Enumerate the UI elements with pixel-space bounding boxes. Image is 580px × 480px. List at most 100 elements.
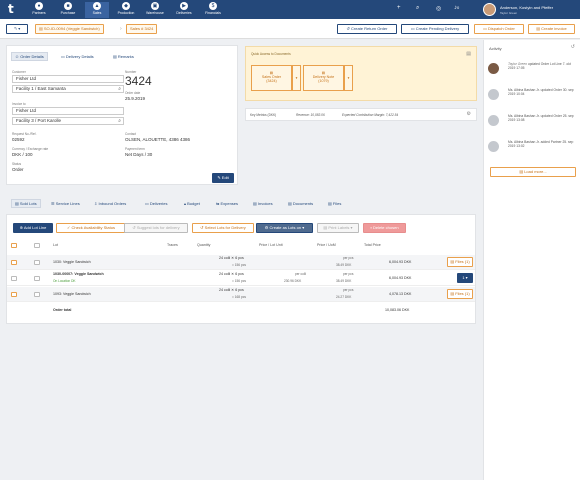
add-lot-line-button[interactable]: ⊕ Add Lot Line — [13, 223, 53, 233]
delivery-note-tile[interactable]: ▤ Delivery Note (1079) — [303, 65, 344, 91]
plus-icon[interactable]: + — [397, 5, 401, 11]
activity-sidebar: Activity ↺ Taylor Green updated Order Lo… — [483, 40, 580, 480]
location-link[interactable]: On Location DK — [53, 279, 76, 283]
search-icon[interactable]: ⌕ — [118, 86, 121, 92]
document-icon[interactable]: ▤ — [466, 51, 471, 57]
activity-item: Ms. Albina Bashan Jr. added Partner 25. … — [488, 140, 578, 162]
bell-icon[interactable]: ♪0 — [454, 5, 459, 11]
invoice-facility-field[interactable]: Facility 3 / Port Karolle ⌕ — [12, 117, 124, 125]
create-return-order-button[interactable]: ↺ Create Return Order — [337, 24, 397, 34]
print-labels-button[interactable]: ▤ Print Labels ▾ — [317, 223, 359, 233]
row-expand-checkbox[interactable] — [11, 292, 17, 297]
row-menu-button[interactable]: 1 ▾ — [457, 273, 473, 283]
payment-term-label: Payment term — [125, 147, 145, 151]
tab-documents[interactable]: ▤ Documents — [288, 201, 313, 206]
col-lot: Lot — [53, 243, 58, 247]
invoice-to-label: Invoice to — [12, 102, 26, 106]
tab-service-lines[interactable]: ☰ Service Lines — [51, 201, 80, 206]
table-row[interactable]: 1093: Veggie Sandwich 24 colli ✕ 6 pcs =… — [7, 287, 475, 302]
currency-label: Currency / Exchange rate — [12, 147, 49, 151]
sales-order-dropdown[interactable]: ▾ — [292, 65, 301, 91]
table-row[interactable]: 1030-00007: Veggie Sandwich On Location … — [7, 271, 475, 286]
tab-deliveries[interactable]: ▭ Deliveries — [145, 201, 167, 206]
nav-financials[interactable]: $ Financials — [201, 2, 225, 18]
suggest-lots-button[interactable]: ↺ Suggest lots for delivery — [124, 223, 188, 233]
row-checkbox[interactable] — [34, 260, 40, 265]
search-icon[interactable]: ⌕ — [416, 5, 419, 12]
currency-value: DKK / 100 — [12, 152, 33, 157]
financials-icon: $ — [209, 2, 217, 10]
tab-invoices[interactable]: ▤ Invoices — [253, 201, 273, 206]
row-checkbox[interactable] — [34, 292, 40, 297]
delete-chosen-button[interactable]: ▪ Delete chosen — [363, 223, 406, 233]
tab-budget[interactable]: ▴ Budget — [184, 201, 200, 206]
search-icon[interactable]: ⌕ — [118, 118, 121, 124]
revenue-value: Revenue: 10,083.06 — [296, 113, 325, 117]
user-avatar — [483, 3, 496, 16]
row-checkbox[interactable] — [34, 276, 40, 281]
row-expand-checkbox[interactable] — [11, 260, 17, 265]
sales-order-tile[interactable]: ▤ Sales Order (3424) — [251, 65, 292, 91]
status-value: Order — [12, 167, 24, 172]
order-number: 3424 — [125, 74, 152, 88]
contact-value: OLSEN, ALOUETTE, 4386 4386 — [125, 137, 191, 142]
select-all-checkbox[interactable] — [34, 243, 40, 248]
create-invoice-button[interactable]: ▤ Create invoice — [528, 24, 575, 34]
partners-icon: ● — [35, 2, 43, 10]
sales-icon: ▲ — [93, 2, 101, 10]
status-label: Status — [12, 162, 22, 166]
row-expand-checkbox[interactable] — [11, 276, 17, 281]
create-as-lots-button[interactable]: ⚙ Create as Lots on ▾ — [256, 223, 313, 233]
customer-field[interactable]: Fisher Ltd — [12, 75, 124, 83]
delivery-note-dropdown[interactable]: ▾ — [344, 65, 353, 91]
table-row[interactable]: 1030: Veggie Sandwich 24 colli ✕ 6 pcs =… — [7, 255, 475, 270]
settings-icon[interactable]: ⚙ — [467, 111, 471, 117]
invoice-to-field[interactable]: Fisher Ltd — [12, 107, 124, 115]
back-menu-button[interactable]: ↰ ▾ — [6, 24, 28, 34]
margin-value: Expected Contribution Margin: 7,422.54 — [342, 113, 399, 117]
load-more-button[interactable]: ▤ Load more... — [490, 167, 576, 177]
tab-files[interactable]: ▤ Files — [328, 201, 341, 206]
col-price-lot-unit: Price / Lot Unit — [259, 243, 283, 247]
files-button[interactable]: ▤ Files (1) — [447, 289, 473, 299]
production-icon: ◆ — [122, 2, 130, 10]
nav-production[interactable]: ◆ Production — [114, 2, 138, 18]
app-logo[interactable]: t — [8, 2, 14, 16]
dispatch-order-button[interactable]: ▭ Dispatch Order — [474, 24, 524, 34]
nav-purchase[interactable]: ■ Purchase — [56, 2, 80, 18]
top-navigation-bar: t ● Partners ■ Purchase ▲ Sales ◆ Production… — [0, 0, 580, 19]
breadcrumb-item-sales[interactable]: Sales # 3424 — [126, 24, 158, 34]
tab-expenses[interactable]: ⇆ Expenses — [216, 201, 238, 206]
activity-title: Activity — [489, 46, 502, 51]
user-menu[interactable]: Anderson, Kostyin and Pfeffer Taylor Gre… — [483, 2, 578, 17]
nav-warehouse[interactable]: ▣ Warehouse — [143, 2, 167, 18]
check-availability-button[interactable]: ✓ Check Availability Status — [56, 223, 126, 233]
col-total-price: Total Price — [364, 243, 381, 247]
files-button[interactable]: ▤ Files (1) — [447, 257, 473, 267]
tab-delivery-details[interactable]: ▭ Delivery Details — [61, 54, 94, 59]
edit-button[interactable]: ✎ Edit — [212, 173, 234, 183]
col-quantity: Quantity — [197, 243, 211, 247]
tab-sold-lots[interactable]: ▤ Sold Lots — [11, 199, 41, 208]
quick-access-panel: Quick Access to Documents ▤ ▤ Sales Order… — [245, 46, 477, 101]
breadcrumb-item-order[interactable]: ▤ SO-ID-0094 (Veggie Sandwich) — [35, 24, 104, 34]
customer-facility-field[interactable]: Facility 1 / East Samanta ⌕ — [12, 85, 124, 93]
activity-item: Ms. Albina Bashan Jr. updated Order 25. … — [488, 114, 578, 136]
contact-label: Contact — [125, 132, 136, 136]
truck-icon: ▶ — [180, 2, 188, 10]
notification-count: 0 — [457, 5, 460, 10]
expand-all-checkbox[interactable] — [11, 243, 17, 248]
tab-order-details[interactable]: ☺ Order Details — [11, 52, 48, 61]
nav-partners[interactable]: ● Partners — [27, 2, 51, 18]
history-icon[interactable]: ↺ — [571, 44, 575, 50]
create-pending-delivery-button[interactable]: ▭ Create Pending Delivery — [401, 24, 469, 34]
nav-sales[interactable]: ▲ Sales — [85, 2, 109, 18]
tab-remarks[interactable]: ▤ Remarks — [113, 54, 134, 59]
nav-deliveries[interactable]: ▶ Deliveries — [172, 2, 196, 18]
globe-icon[interactable]: ◎ — [436, 5, 441, 12]
activity-item: Ms. Albina Bashan Jr. updated Order 30. … — [488, 88, 578, 110]
tab-inbound-orders[interactable]: ⇩ Inbound Orders — [94, 201, 126, 206]
payment-term-value: Net Days / 30 — [125, 152, 153, 157]
select-lots-button[interactable]: ↺ Select Lots for Delivery — [192, 223, 254, 233]
sold-lots-table: ⊕ Add Lot Line ✓ Check Availability Stat… — [6, 214, 476, 324]
